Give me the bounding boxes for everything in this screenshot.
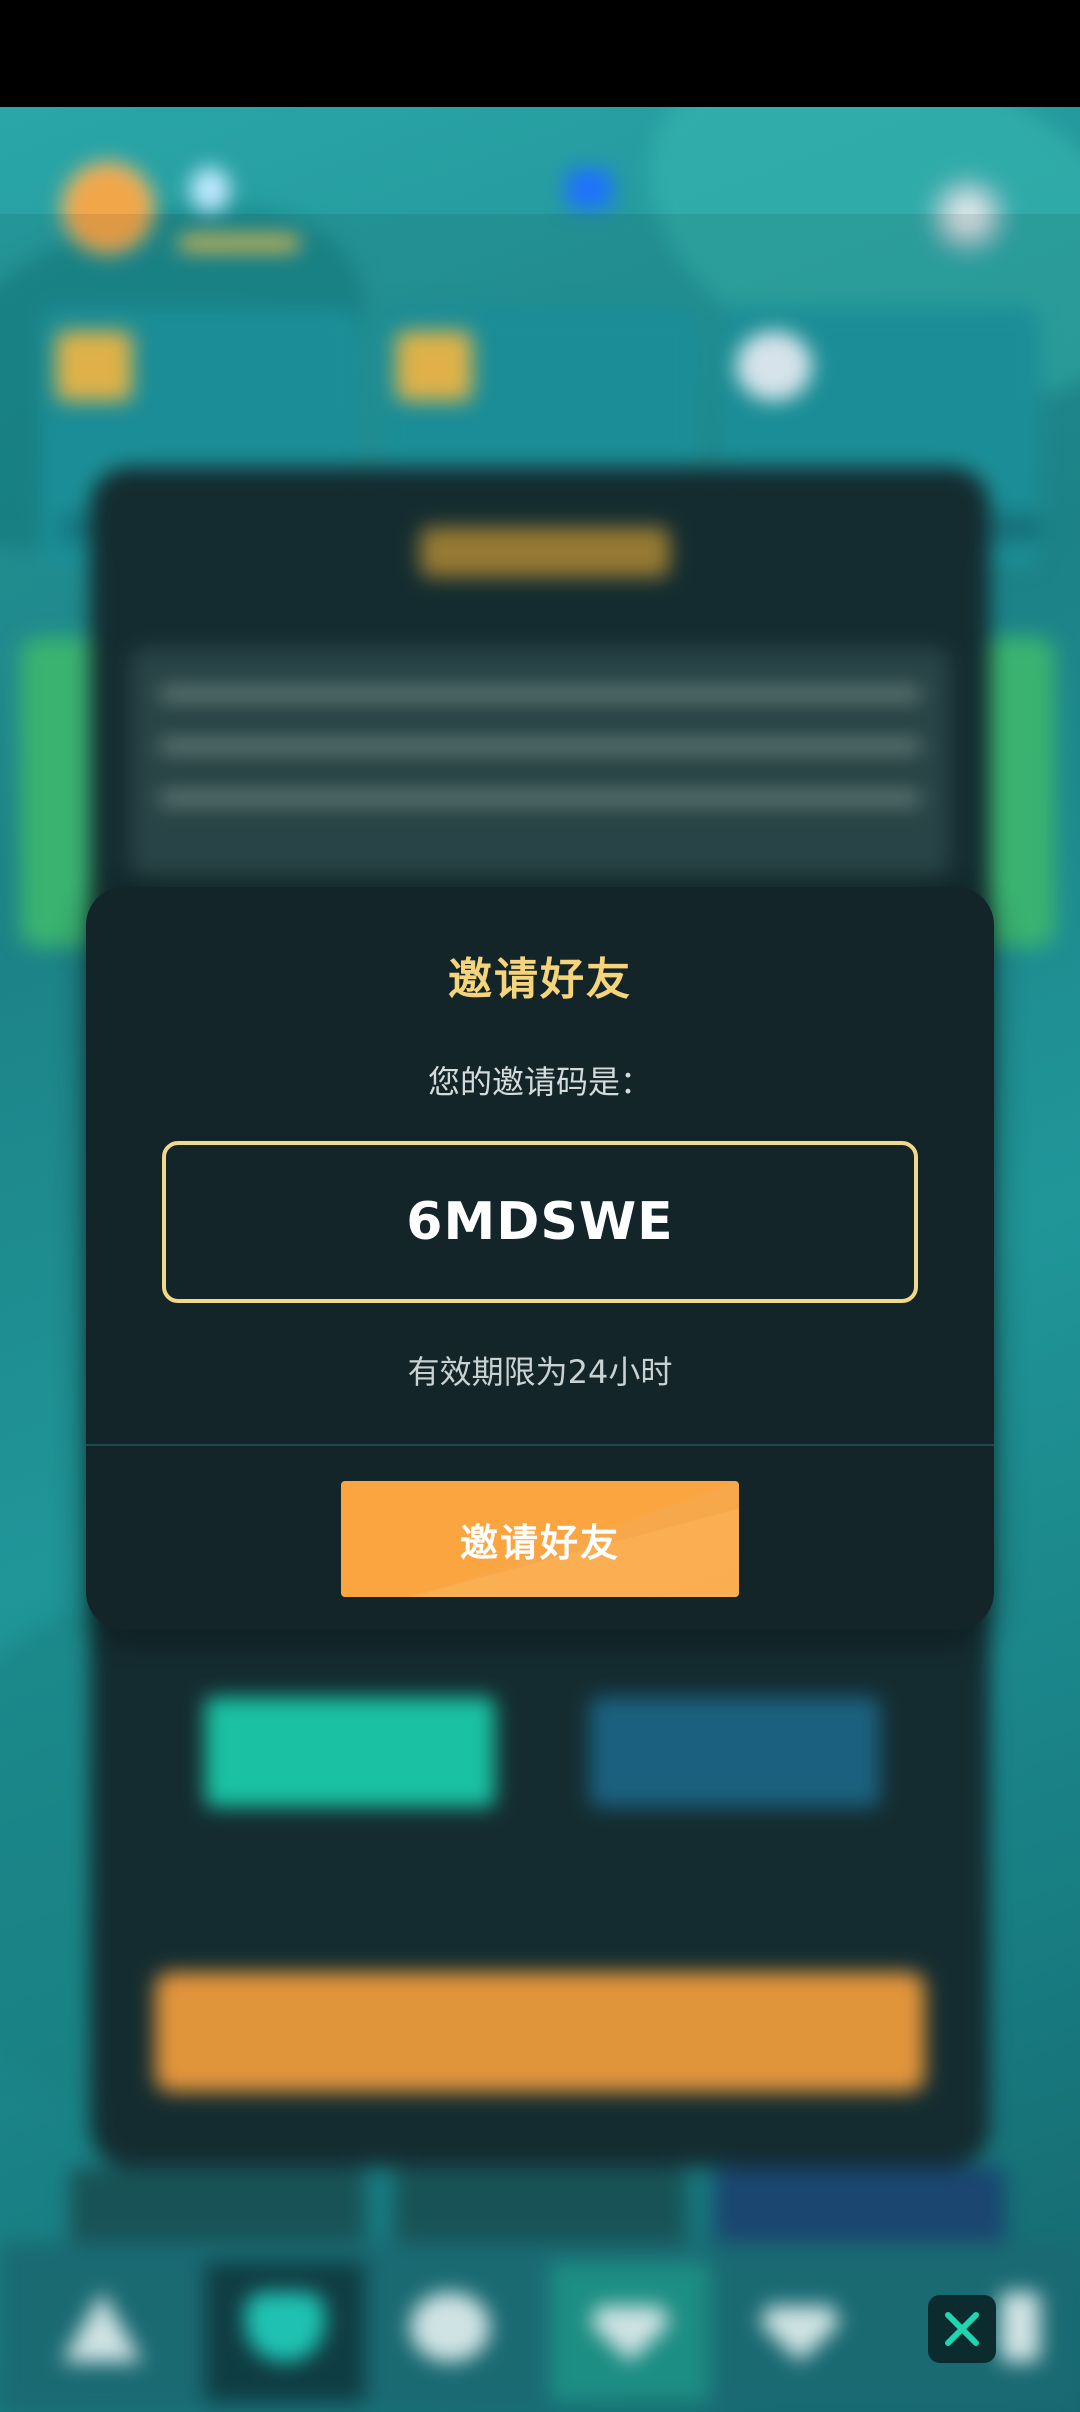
shield-icon	[245, 2292, 325, 2362]
bottom-navigation	[0, 2242, 1080, 2412]
home-icon	[62, 2292, 142, 2362]
menu-icon	[1000, 2292, 1040, 2362]
gem-icon	[760, 2306, 840, 2362]
nav-gem[interactable]	[720, 2262, 880, 2402]
close-icon	[945, 2312, 979, 2346]
nav-home[interactable]	[22, 2262, 182, 2402]
diamond-icon	[590, 2306, 670, 2362]
nav-coin[interactable]	[370, 2262, 530, 2402]
invite-code-caption: 您的邀请码是：	[427, 1063, 652, 1101]
invite-button-label: 邀请好友	[459, 1520, 620, 1565]
status-bar	[0, 0, 1080, 107]
water-drop-icon	[190, 167, 230, 213]
invite-code-box[interactable]: 6MDSWE	[162, 1141, 918, 1303]
dialog-title: 邀请好友	[448, 954, 632, 1005]
divider	[86, 1444, 994, 1446]
coin-icon	[410, 2292, 490, 2362]
invite-friend-dialog: 邀请好友 您的邀请码是： 6MDSWE 有效期限为24小时 邀请好友	[86, 887, 994, 1630]
nav-diamond[interactable]	[550, 2262, 710, 2402]
gem-icon	[566, 169, 612, 209]
validity-note: 有效期限为24小时	[407, 1353, 673, 1391]
invite-code: 6MDSWE	[406, 1192, 674, 1252]
close-button[interactable]	[928, 2295, 996, 2363]
nav-shield[interactable]	[205, 2262, 365, 2402]
invite-friend-button[interactable]: 邀请好友	[341, 1481, 739, 1597]
